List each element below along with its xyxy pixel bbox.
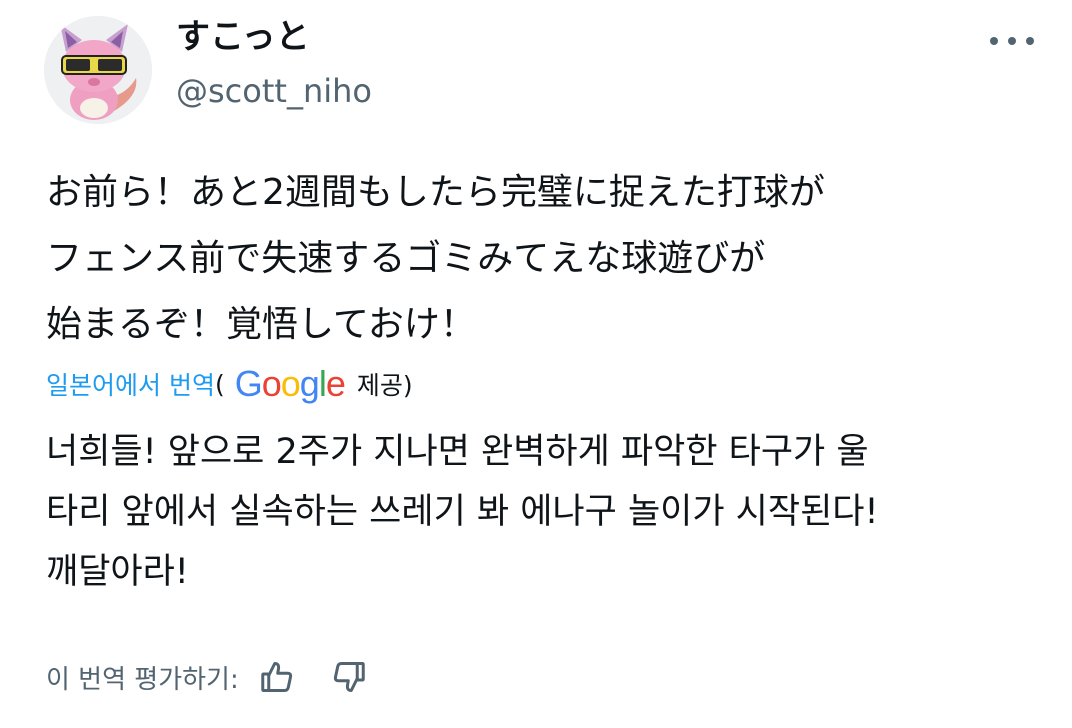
paren-open: ( <box>214 369 225 399</box>
more-options-icon <box>1008 37 1016 45</box>
more-options-icon <box>990 37 998 45</box>
tweet-text: お前ら！あと2週間もしたら完璧に捉えた打球が フェンス前で失速するゴミみてえな球… <box>46 172 825 345</box>
translated-from-link[interactable]: 일본어에서 번역 <box>46 366 215 402</box>
provided-by-label: 제공) <box>356 371 413 400</box>
thumbs-down-icon <box>333 662 365 692</box>
thumbs-up-button[interactable] <box>255 655 299 699</box>
more-options-icon <box>1026 37 1034 45</box>
google-logo: Google <box>234 363 346 404</box>
display-name[interactable]: すこっと <box>176 14 310 60</box>
rate-translation: 이 번역 평가하기: <box>46 652 371 702</box>
thumbs-down-button[interactable] <box>327 655 371 699</box>
rate-translation-label: 이 번역 평가하기: <box>46 664 239 695</box>
thumbs-up-icon <box>260 662 292 692</box>
translation-text: 너희들! 앞으로 2주가 지나면 완벽하게 파악한 타구가 울 타리 앞에서 실… <box>46 432 879 592</box>
translation-attribution: 일본어에서 번역 ( Google 제공) <box>46 362 413 406</box>
user-handle[interactable]: @scott_niho <box>176 70 372 112</box>
more-options-button[interactable] <box>990 28 1034 54</box>
avatar[interactable] <box>44 16 152 124</box>
fox-character-avatar-icon <box>44 16 152 124</box>
